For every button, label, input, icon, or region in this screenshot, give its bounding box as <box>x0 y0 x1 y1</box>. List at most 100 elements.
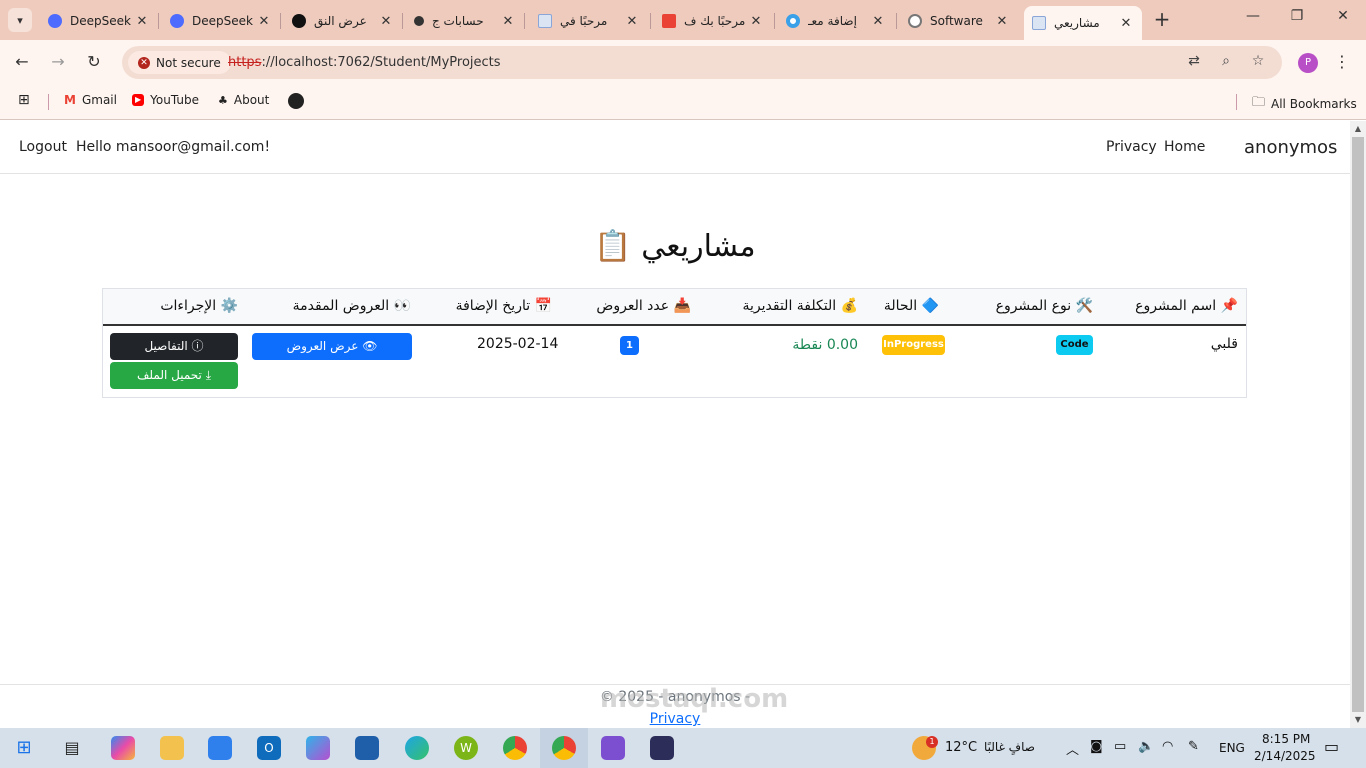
close-tab-icon[interactable]: ✕ <box>134 14 150 29</box>
bookmark-about[interactable]: ♣ About <box>218 93 269 107</box>
security-chip[interactable]: ✕ Not secure <box>128 51 231 74</box>
show-hidden-icons[interactable]: ︿ <box>1066 739 1079 758</box>
openai-icon <box>292 14 306 28</box>
task-view-icon[interactable]: ▤ <box>60 736 84 760</box>
clock-date[interactable]: 2/14/2025 <box>1254 749 1316 763</box>
volume-icon[interactable]: 🔈 <box>1138 739 1154 754</box>
browser-tab-active[interactable]: مشاريعي ✕ <box>1024 6 1142 40</box>
visual-studio-icon[interactable] <box>601 736 625 760</box>
bookmark-github[interactable] <box>288 93 310 109</box>
circle-icon <box>786 14 800 28</box>
address-bar[interactable]: ✕ Not secure https://localhost:7062/Stud… <box>122 46 1282 79</box>
close-tab-icon[interactable]: ✕ <box>256 14 272 29</box>
close-window-button[interactable]: ✕ <box>1328 8 1358 32</box>
apps-grid-icon[interactable]: ⊞ <box>18 92 30 108</box>
browser-tab[interactable]: مرحبًا في ✕ <box>530 6 648 36</box>
header-offers-count: 📥 عدد العروض <box>596 298 691 314</box>
new-tab-button[interactable]: + <box>1150 8 1174 32</box>
language-indicator[interactable]: ENG <box>1219 741 1245 755</box>
browser-tab[interactable]: مرحبًا بك ف ✕ <box>654 6 772 36</box>
profile-avatar[interactable]: P <box>1298 53 1318 73</box>
nav-privacy-link[interactable]: Privacy <box>1106 139 1157 155</box>
outlook-icon[interactable]: O <box>257 736 281 760</box>
bookmark-star-icon[interactable]: ☆ <box>1248 53 1268 73</box>
news-icon[interactable] <box>355 736 379 760</box>
wifi-icon[interactable]: ◠ <box>1162 739 1173 754</box>
url-text[interactable]: https://localhost:7062/Student/MyProject… <box>228 55 501 70</box>
logout-link[interactable]: Logout <box>19 139 67 155</box>
browser-tab[interactable]: DeepSeek ✕ <box>162 6 280 36</box>
github-icon <box>288 93 304 109</box>
weather-temp: 12°C <box>945 740 978 755</box>
tab-search-dropdown-icon[interactable]: ▾ <box>8 8 32 32</box>
camera-icon[interactable]: ◙ <box>1090 739 1103 754</box>
close-tab-icon[interactable]: ✕ <box>500 14 516 29</box>
doc-icon <box>1032 16 1046 30</box>
minimize-button[interactable]: — <box>1238 8 1268 32</box>
browser-tab[interactable]: إضافة معـ ✕ <box>778 6 894 36</box>
close-tab-icon[interactable]: ✕ <box>870 14 886 29</box>
restore-button[interactable]: ❐ <box>1282 8 1312 32</box>
close-tab-icon[interactable]: ✕ <box>994 14 1010 29</box>
copilot-icon[interactable] <box>111 736 135 760</box>
browser-tab[interactable]: Software ✕ <box>900 6 1018 36</box>
battery-icon[interactable]: ▭ <box>1114 739 1126 754</box>
offers-count-badge: 1 <box>620 336 639 355</box>
menu-kebab-icon[interactable]: ⋮ <box>1334 52 1350 71</box>
browser-tab[interactable]: حسابات ج ✕ <box>406 6 524 36</box>
scroll-up-icon[interactable]: ▲ <box>1350 121 1366 137</box>
about-icon: ♣ <box>218 93 228 107</box>
microsoft-store-icon[interactable] <box>208 736 232 760</box>
reload-button[interactable]: ↻ <box>81 50 107 76</box>
zoom-icon[interactable]: ⌕ <box>1216 53 1236 73</box>
browser-toolbar: ← → ↻ ✕ Not secure https://localhost:706… <box>0 40 1366 84</box>
cell-estimated-cost: 0.00 نقطة <box>792 337 858 353</box>
bookmark-gmail[interactable]: M Gmail <box>64 93 117 107</box>
edge-icon[interactable] <box>405 736 429 760</box>
scroll-thumb[interactable] <box>1352 137 1364 712</box>
translate-icon[interactable]: ⇄ <box>1184 53 1204 73</box>
back-button[interactable]: ← <box>9 50 35 76</box>
download-file-button[interactable]: تحميل الملف ⤓ <box>110 362 238 389</box>
all-bookmarks[interactable]: 🗀 All Bookmarks <box>1252 93 1357 115</box>
site-brand[interactable]: anonymos <box>1244 137 1337 158</box>
close-tab-icon[interactable]: ✕ <box>1118 16 1134 31</box>
clock-time[interactable]: 8:15 PM <box>1262 732 1310 746</box>
close-tab-icon[interactable]: ✕ <box>748 14 764 29</box>
file-explorer-icon[interactable] <box>160 736 184 760</box>
header-project-name: 📌 اسم المشروع <box>1135 298 1238 314</box>
view-offers-button[interactable]: عرض العروض 👁 <box>252 333 412 360</box>
chrome-icon[interactable] <box>503 736 527 760</box>
pen-icon[interactable]: ✎ <box>1188 739 1199 754</box>
wps-icon[interactable]: W <box>454 736 478 760</box>
terminal-icon[interactable] <box>650 736 674 760</box>
cell-project-name: قلبي <box>1210 336 1238 352</box>
greeting-text: Hello mansoor@gmail.com! <box>76 139 271 155</box>
deepseek-icon <box>170 14 184 28</box>
forward-button[interactable]: → <box>45 50 71 76</box>
nav-home-link[interactable]: Home <box>1164 139 1205 155</box>
bookmarks-bar: ⊞ M Gmail ▶ YouTube ♣ About 🗀 All Bookma… <box>0 84 1366 120</box>
not-secure-icon: ✕ <box>138 56 150 69</box>
watermark: mostaql.com <box>600 684 789 714</box>
close-tab-icon[interactable]: ✕ <box>378 14 394 29</box>
notification-icon[interactable]: ▭ <box>1324 737 1339 756</box>
doc-icon <box>538 14 552 28</box>
scroll-down-icon[interactable]: ▼ <box>1350 712 1366 728</box>
info-icon: ⓘ <box>187 339 204 353</box>
details-button[interactable]: التفاصيل ⓘ <box>110 333 238 360</box>
bookmark-youtube[interactable]: ▶ YouTube <box>132 93 199 107</box>
app-icon <box>414 16 424 26</box>
header-date-added: 📅 تاريخ الإضافة <box>455 298 552 314</box>
windows-start-icon[interactable]: ⊞ <box>12 736 36 760</box>
page-title: مشاريعي 📋 <box>594 229 756 264</box>
m365-icon[interactable] <box>306 736 330 760</box>
close-tab-icon[interactable]: ✕ <box>624 14 640 29</box>
windows-taskbar: ⊞ ▤ O W 1 12°C صافٍ غالبًا ︿ ◙ ▭ 🔈 ◠ ✎ E… <box>0 728 1366 768</box>
chrome-profile-icon[interactable] <box>552 736 576 760</box>
header-status: 🔷 الحالة <box>883 298 939 314</box>
header-estimated-cost: 💰 التكلفة التقديرية <box>742 298 859 314</box>
type-badge: Code <box>1056 335 1093 355</box>
browser-tab[interactable]: DeepSeek ✕ <box>40 6 158 36</box>
browser-tab[interactable]: عرض النق ✕ <box>284 6 402 36</box>
